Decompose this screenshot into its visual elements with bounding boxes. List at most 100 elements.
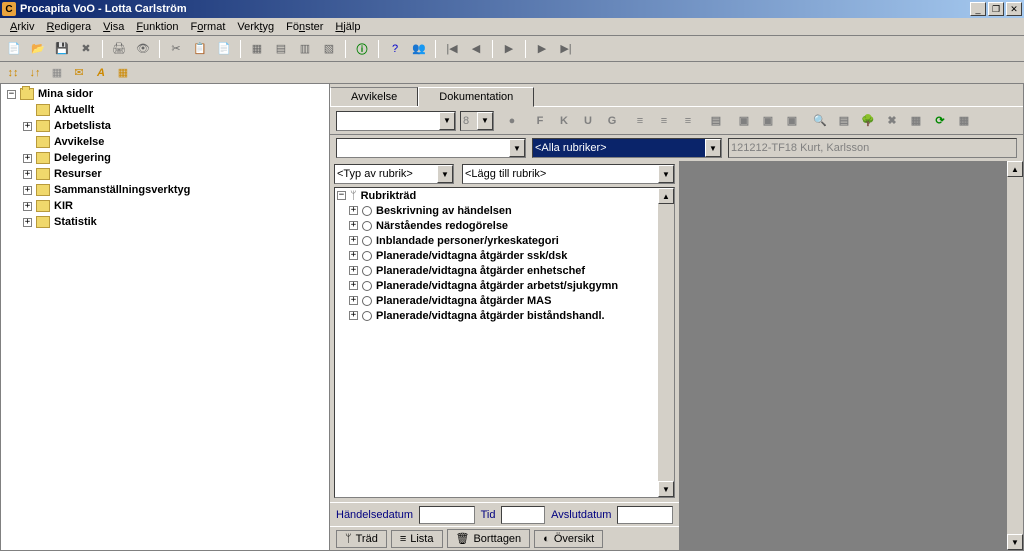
props-icon[interactable]: ▤ (834, 111, 854, 131)
chevron-down-icon[interactable]: ▼ (477, 112, 493, 130)
menu-visa[interactable]: Visa (97, 20, 130, 34)
chevron-down-icon[interactable]: ▼ (439, 112, 455, 130)
rubrik-root[interactable]: − ᛘ Rubrikträd (335, 188, 674, 203)
tree-toggle-icon[interactable]: + (23, 122, 32, 131)
rubrik-item[interactable]: +Inblandade personer/yrkeskategori (335, 233, 674, 248)
menu-hjalp[interactable]: Hjälp (329, 20, 366, 34)
tb-first-icon[interactable]: |◀ (442, 39, 462, 59)
tb-about-icon[interactable]: 👥 (409, 39, 429, 59)
avslutdatum-field[interactable] (617, 506, 673, 524)
tab-avvikelse[interactable]: Avvikelse (330, 87, 418, 106)
scroll-up-icon[interactable]: ▲ (658, 188, 674, 204)
menu-funktion[interactable]: Funktion (130, 20, 184, 34)
tb-play-icon[interactable]: ▶ (532, 39, 552, 59)
tb-delete-icon[interactable]: ✖ (76, 39, 96, 59)
chevron-down-icon[interactable]: ▼ (658, 165, 674, 183)
list-icon[interactable]: ▤ (706, 111, 726, 131)
menu-verktyg[interactable]: Verktyg (231, 20, 280, 34)
rubrik-item[interactable]: +Planerade/vidtagna åtgärder enhetschef (335, 263, 674, 278)
rubrik-item[interactable]: +Närståendes redogörelse (335, 218, 674, 233)
lt-arrows-icon[interactable]: ↕↕ (4, 64, 22, 82)
tb-open-icon[interactable]: 📂 (28, 39, 48, 59)
tb-doc4-icon[interactable]: ▧ (319, 39, 339, 59)
scrollbar[interactable]: ▲ ▼ (1007, 161, 1023, 550)
tree2-icon[interactable]: 🌳 (858, 111, 878, 131)
chevron-down-icon[interactable]: ▼ (509, 139, 525, 157)
combo1[interactable]: ▼ (336, 138, 526, 158)
lt-note-icon[interactable]: ▦ (48, 64, 66, 82)
lagg-combo[interactable]: <Lägg till rubrik> ▼ (462, 164, 675, 184)
tb-prev-icon[interactable]: ◀ (466, 39, 486, 59)
chevron-down-icon[interactable]: ▼ (705, 139, 721, 157)
tree-toggle-icon[interactable]: + (23, 202, 32, 211)
tb-eye-icon[interactable]: 👁 (133, 39, 153, 59)
sidebar-tree[interactable]: − Mina sidor Aktuellt + Arbetslista Avvi… (0, 84, 330, 551)
tb-cut-icon[interactable]: ✂ (166, 39, 186, 59)
scrollbar[interactable]: ▲ ▼ (658, 188, 674, 497)
x1-icon[interactable]: ✖ (882, 111, 902, 131)
tb-copy-icon[interactable]: 📋 (190, 39, 210, 59)
refresh-icon[interactable]: ⟳ (930, 111, 950, 131)
tb-info-icon[interactable]: ⓘ (352, 39, 372, 59)
btab-trad[interactable]: ᛘ Träd (336, 530, 387, 548)
btab-lista[interactable]: ≡ Lista (391, 530, 443, 548)
sidebar-item-delegering[interactable]: + Delegering (3, 150, 327, 166)
tb-next-icon[interactable]: ▶ (499, 39, 519, 59)
typ-combo[interactable]: <Typ av rubrik> ▼ (334, 164, 454, 184)
tb-doc2-icon[interactable]: ▤ (271, 39, 291, 59)
lt-mail-icon[interactable]: ✉ (70, 64, 88, 82)
x2-icon[interactable]: ▦ (906, 111, 926, 131)
tree-toggle-icon[interactable]: + (23, 154, 32, 163)
underline-button[interactable]: U (578, 111, 598, 131)
strike-button[interactable]: G (602, 111, 622, 131)
tree-toggle-icon[interactable]: − (337, 191, 346, 200)
tid-field[interactable] (501, 506, 545, 524)
align-right-icon[interactable]: ≡ (678, 111, 698, 131)
tree-toggle-icon[interactable]: + (23, 218, 32, 227)
color-button[interactable]: ● (502, 111, 522, 131)
lt-sort-icon[interactable]: ↓↑ (26, 64, 44, 82)
sidebar-item-resurser[interactable]: + Resurser (3, 166, 327, 182)
menu-redigera[interactable]: Redigera (40, 20, 97, 34)
align-left-icon[interactable]: ≡ (630, 111, 650, 131)
handelsedatum-field[interactable] (419, 506, 475, 524)
editor-pane[interactable]: ▲ ▼ (680, 161, 1023, 550)
rubrik-tree[interactable]: − ᛘ Rubrikträd +Beskrivning av händelsen… (334, 187, 675, 498)
tb-print-icon[interactable]: 🖨 (109, 39, 129, 59)
italic-button[interactable]: K (554, 111, 574, 131)
font-combo[interactable]: ▼ (336, 111, 456, 131)
tb-help-icon[interactable]: ? (385, 39, 405, 59)
tb-new-icon[interactable]: 📄 (4, 39, 24, 59)
fontsize-combo[interactable]: 8 ▼ (460, 111, 494, 131)
sidebar-item-statistik[interactable]: + Statistik (3, 214, 327, 230)
search-icon[interactable]: 🔍 (810, 111, 830, 131)
tb-last-icon[interactable]: ▶| (556, 39, 576, 59)
tree-root[interactable]: − Mina sidor (3, 86, 327, 102)
align-center-icon[interactable]: ≡ (654, 111, 674, 131)
tool3-icon[interactable]: ▣ (782, 111, 802, 131)
rubrik-item[interactable]: +Planerade/vidtagna åtgärder ssk/dsk (335, 248, 674, 263)
tool2-icon[interactable]: ▣ (758, 111, 778, 131)
close-button[interactable]: ✕ (1006, 2, 1022, 16)
btab-oversikt[interactable]: ◐ Översikt (534, 530, 603, 548)
menu-fonster[interactable]: Fönster (280, 20, 329, 34)
rubrik-item[interactable]: +Planerade/vidtagna åtgärder arbetst/sju… (335, 278, 674, 293)
rubriker-combo[interactable]: <Alla rubriker> ▼ (532, 138, 722, 158)
chevron-down-icon[interactable]: ▼ (437, 165, 453, 183)
tab-dokumentation[interactable]: Dokumentation (418, 87, 534, 107)
lt-grid-icon[interactable]: ▦ (114, 64, 132, 82)
tb-doc1-icon[interactable]: ▦ (247, 39, 267, 59)
minimize-button[interactable]: _ (970, 2, 986, 16)
tree-toggle-icon[interactable]: + (23, 170, 32, 179)
scroll-down-icon[interactable]: ▼ (658, 481, 674, 497)
lt-a-icon[interactable]: A (92, 64, 110, 82)
menu-format[interactable]: Format (185, 20, 232, 34)
tree-toggle-icon[interactable]: − (7, 90, 16, 99)
tb-doc3-icon[interactable]: ▥ (295, 39, 315, 59)
rubrik-item[interactable]: +Planerade/vidtagna åtgärder MAS (335, 293, 674, 308)
sidebar-item-aktuellt[interactable]: Aktuellt (3, 102, 327, 118)
rubrik-item[interactable]: +Beskrivning av händelsen (335, 203, 674, 218)
rubrik-item[interactable]: +Planerade/vidtagna åtgärder biståndshan… (335, 308, 674, 323)
tool1-icon[interactable]: ▣ (734, 111, 754, 131)
tb-paste-icon[interactable]: 📄 (214, 39, 234, 59)
